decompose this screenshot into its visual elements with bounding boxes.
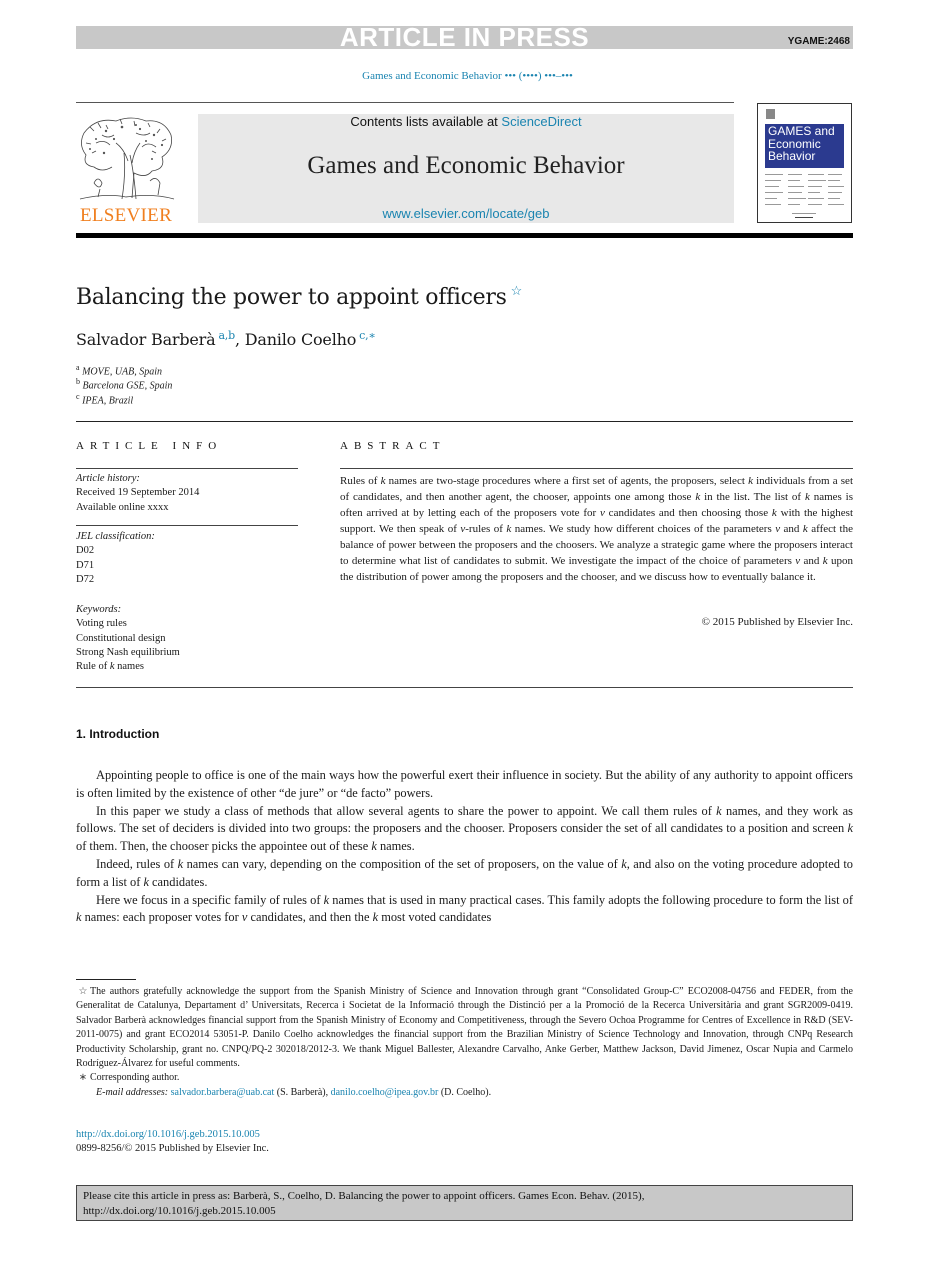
jel-code: D71	[76, 559, 95, 571]
header-divider	[76, 421, 853, 422]
elsevier-wordmark: ELSEVIER	[79, 205, 173, 226]
author-separator: ,	[234, 330, 245, 349]
contents-prefix: Contents lists available at	[350, 114, 502, 129]
star-footnote-icon: ☆	[78, 986, 88, 997]
paragraph: In this paper we study a class of method…	[76, 803, 854, 854]
paragraph: Here we focus in a specific family of ru…	[76, 892, 853, 925]
email-footnote: E-mail addresses: salvador.barbera@uab.c…	[76, 1086, 853, 1100]
article-in-press-label: ARTICLE IN PRESS	[339, 22, 590, 52]
paragraph: Indeed, rules of k names can vary, depen…	[76, 856, 853, 889]
title-footnote-star-icon[interactable]: ☆	[511, 284, 523, 299]
journal-reference-link[interactable]: Games and Economic Behavior ••• (••••) •…	[0, 70, 935, 82]
article-info-heading: ARTICLE INFO	[76, 440, 223, 452]
masthead-thick-rule	[76, 233, 853, 238]
jel-classification: JEL classification: D02 D71 D72	[76, 530, 155, 587]
article-in-press-banner: ARTICLE IN PRESS YGAME:2468	[76, 22, 853, 52]
available-online-date: Available online xxxx	[76, 501, 169, 513]
asterisk-footnote-icon: ∗	[78, 1072, 88, 1084]
abstract-text: Rules of k names are two-stage procedure…	[340, 475, 854, 583]
acknowledgement-footnote: ☆ The authors gratefully acknowledge the …	[76, 985, 853, 1071]
introduction-body: Appointing people to office is one of th…	[76, 767, 853, 927]
keywords: Keywords: Voting rules Constitutional de…	[76, 603, 180, 674]
journal-cover-thumbnail[interactable]: GAMES and Economic Behavior	[757, 103, 852, 223]
email-owner: (D. Coelho).	[440, 1086, 492, 1098]
affiliation: c IPEA, Brazil	[76, 392, 133, 406]
keyword: Constitutional design	[76, 632, 166, 644]
jel-code: D02	[76, 545, 95, 557]
author-affiliation-marks[interactable]: c,∗	[359, 329, 376, 342]
sciencedirect-link[interactable]: ScienceDirect	[501, 114, 581, 129]
abstract-heading: ABSTRACT	[340, 440, 446, 452]
citation-doi[interactable]: http://dx.doi.org/10.1016/j.geb.2015.10.…	[83, 1204, 846, 1219]
citation-text: Please cite this article in press as: Ba…	[83, 1190, 645, 1202]
article-history-label: Article history:	[76, 473, 140, 484]
affiliation-mark: a	[76, 363, 80, 372]
affiliation-mark: c	[76, 392, 80, 401]
article-info-divider	[76, 525, 298, 526]
keyword: Rule of k names	[76, 661, 144, 673]
article-info-divider	[76, 468, 298, 469]
keywords-label: Keywords:	[76, 604, 122, 615]
email-owner: (S. Barberà),	[276, 1086, 329, 1098]
journal-name: Games and Economic Behavior	[307, 152, 625, 179]
corresponding-author-footnote: ∗ Corresponding author.	[76, 1071, 853, 1085]
affiliation: b Barcelona GSE, Spain	[76, 377, 172, 391]
affiliation-text: MOVE, UAB, Spain	[82, 366, 163, 378]
citation-notice-box: Please cite this article in press as: Ba…	[76, 1185, 853, 1221]
abstract-divider	[340, 468, 853, 469]
cover-title: GAMES and Economic Behavior	[768, 125, 835, 163]
paper-title-text: Balancing the power to appoint officers	[76, 285, 507, 310]
footnotes: ☆ The authors gratefully acknowledge the …	[76, 985, 853, 1100]
manuscript-code: YGAME:2468	[787, 36, 850, 47]
affiliation-text: IPEA, Brazil	[82, 395, 134, 407]
issn-copyright-line: 0899-8256/© 2015 Published by Elsevier I…	[76, 1143, 269, 1154]
corresponding-author-text: Corresponding author.	[90, 1072, 180, 1084]
paragraph: Appointing people to office is one of th…	[76, 768, 853, 800]
email-link[interactable]: danilo.coelho@ipea.gov.br	[331, 1087, 439, 1098]
affiliation-text: Barcelona GSE, Spain	[82, 380, 173, 392]
section-heading-introduction: 1. Introduction	[76, 727, 160, 741]
acknowledgement-text: The authors gratefully acknowledge the s…	[76, 986, 853, 1070]
keyword: Strong Nash equilibrium	[76, 646, 180, 658]
email-label: E-mail addresses:	[96, 1086, 169, 1098]
author-name[interactable]: Salvador Barberà	[76, 330, 216, 349]
abstract-copyright: © 2015 Published by Elsevier Inc.	[701, 616, 853, 628]
doi-link[interactable]: http://dx.doi.org/10.1016/j.geb.2015.10.…	[76, 1129, 260, 1140]
cover-title-line: GAMES and	[768, 124, 835, 138]
affiliation-mark: b	[76, 377, 80, 386]
jel-code: D72	[76, 573, 95, 585]
contents-available-line: Contents lists available at ScienceDirec…	[198, 114, 734, 129]
cover-title-band: GAMES and Economic Behavior	[765, 124, 844, 168]
masthead-top-rule	[76, 102, 734, 103]
cover-logo-icon	[766, 109, 775, 119]
author-name[interactable]: Danilo Coelho	[245, 330, 357, 349]
journal-masthead: Contents lists available at ScienceDirec…	[198, 114, 734, 223]
author-affiliation-marks[interactable]: a,b	[218, 329, 235, 342]
received-date: Received 19 September 2014	[76, 487, 200, 499]
journal-homepage-link[interactable]: www.elsevier.com/locate/geb	[198, 206, 734, 221]
keyword: Voting rules	[76, 618, 127, 630]
jel-label: JEL classification:	[76, 531, 155, 542]
article-history: Article history: Received 19 September 2…	[76, 472, 199, 515]
paper-title: Balancing the power to appoint officers ☆	[76, 284, 522, 310]
front-matter-divider	[76, 687, 853, 688]
affiliation: a MOVE, UAB, Spain	[76, 363, 162, 377]
email-link[interactable]: salvador.barbera@uab.cat	[171, 1087, 275, 1098]
footnote-rule	[76, 979, 136, 980]
cover-title-line: Behavior	[768, 149, 816, 163]
author-list: Salvador Barberà a,b, Danilo Coelho c,∗	[76, 329, 376, 349]
